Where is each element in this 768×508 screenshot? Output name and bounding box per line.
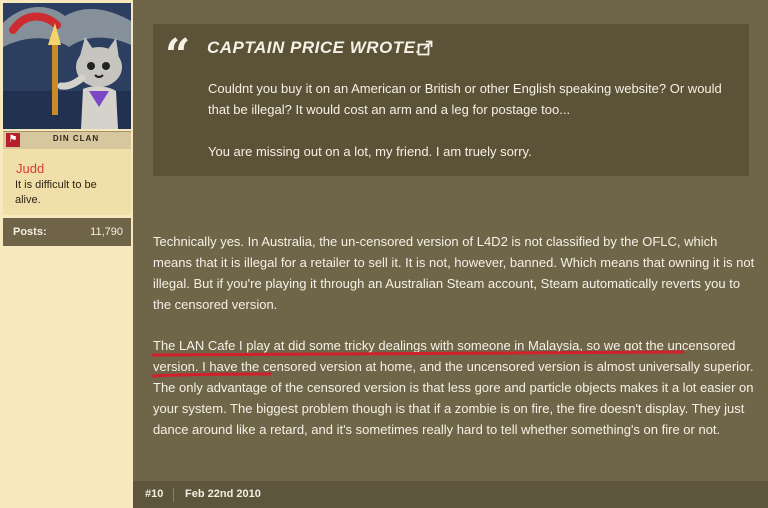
red-underline-annotation — [151, 350, 685, 378]
post-number-link[interactable]: #10 — [145, 488, 163, 500]
posts-count: 11,790 — [90, 226, 123, 238]
posts-stat: Posts: 11,790 — [3, 218, 131, 246]
avatar[interactable] — [3, 3, 131, 129]
user-info: Judd It is difficult to be alive. — [3, 149, 131, 215]
user-title: It is difficult to be alive. — [15, 179, 97, 206]
clan-name: DIN CLAN — [52, 134, 100, 143]
clan-flag-icon: ⚑ — [6, 133, 20, 147]
post-footer: #10 Feb 22nd 2010 — [133, 481, 768, 508]
username-link[interactable]: Judd — [16, 161, 44, 176]
avatar-image — [3, 3, 131, 129]
post-content: “ CAPTAIN PRICE WROTE: Couldnt you buy i… — [133, 0, 768, 508]
post-date: Feb 22nd 2010 — [185, 488, 261, 500]
posts-label: Posts: — [13, 226, 47, 238]
clan-banner: ⚑ DIN CLAN — [3, 131, 131, 149]
footer-divider — [173, 488, 174, 502]
user-sidebar: ⚑ DIN CLAN Judd It is difficult to be al… — [0, 0, 133, 508]
